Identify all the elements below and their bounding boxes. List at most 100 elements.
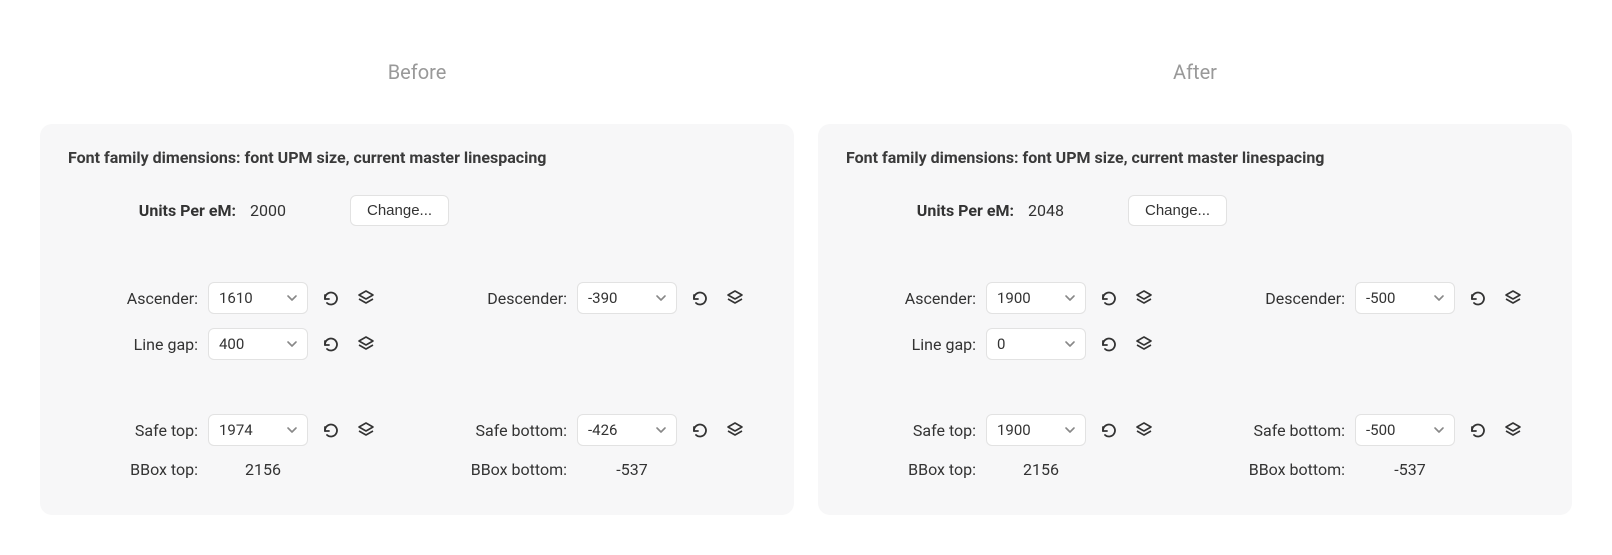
ascender-field: Ascender: 1900 xyxy=(846,282,1175,314)
bbox-top-value: 2156 xyxy=(986,460,1086,479)
layers-button[interactable] xyxy=(1130,416,1158,444)
ascender-input[interactable]: 1610 xyxy=(208,282,308,314)
safe-bottom-input[interactable]: -500 xyxy=(1355,414,1455,446)
bbox-top-field: BBox top: 2156 xyxy=(68,460,397,479)
undo-icon xyxy=(690,289,708,307)
upm-label: Units Per eM: xyxy=(884,201,1014,220)
safe-bottom-input[interactable]: -426 xyxy=(577,414,677,446)
safe-top-value: 1900 xyxy=(997,421,1031,439)
upm-row: Units Per eM: 2000 Change... xyxy=(68,195,766,226)
undo-button[interactable] xyxy=(685,284,713,312)
bbox-top-label: BBox top: xyxy=(846,460,976,479)
undo-button[interactable] xyxy=(1094,284,1122,312)
ascender-label: Ascender: xyxy=(846,289,976,308)
line-gap-input[interactable]: 0 xyxy=(986,328,1086,360)
dimensions-panel-after: Font family dimensions: font UPM size, c… xyxy=(818,124,1572,515)
bbox-bottom-value: -537 xyxy=(1355,460,1455,479)
bbox-top-label: BBox top: xyxy=(68,460,198,479)
undo-icon xyxy=(321,289,339,307)
bbox-bottom-label: BBox bottom: xyxy=(1215,460,1345,479)
chevron-down-icon xyxy=(1063,337,1077,351)
safe-top-input[interactable]: 1900 xyxy=(986,414,1086,446)
change-button[interactable]: Change... xyxy=(1128,195,1227,226)
layers-button[interactable] xyxy=(721,416,749,444)
undo-button[interactable] xyxy=(1463,284,1491,312)
layers-button[interactable] xyxy=(1130,330,1158,358)
descender-field: Descender: -390 xyxy=(437,282,766,314)
line-gap-label: Line gap: xyxy=(68,335,198,354)
panel-heading: Font family dimensions: font UPM size, c… xyxy=(68,148,766,167)
line-gap-input[interactable]: 400 xyxy=(208,328,308,360)
safe-top-field: Safe top: 1974 xyxy=(68,414,397,446)
undo-icon xyxy=(321,335,339,353)
bbox-bottom-field: BBox bottom: -537 xyxy=(1215,460,1544,479)
descender-value: -390 xyxy=(588,289,617,307)
upm-row: Units Per eM: 2048 Change... xyxy=(846,195,1544,226)
bbox-bottom-field: BBox bottom: -537 xyxy=(437,460,766,479)
ascender-input[interactable]: 1900 xyxy=(986,282,1086,314)
chevron-down-icon xyxy=(1063,291,1077,305)
descender-label: Descender: xyxy=(1215,289,1345,308)
undo-button[interactable] xyxy=(1463,416,1491,444)
layers-button[interactable] xyxy=(1499,416,1527,444)
upm-value: 2000 xyxy=(250,201,350,220)
safe-top-value: 1974 xyxy=(219,421,253,439)
undo-icon xyxy=(1468,421,1486,439)
undo-button[interactable] xyxy=(316,284,344,312)
safe-bottom-field: Safe bottom: -426 xyxy=(437,414,766,446)
line-gap-field: Line gap: 400 xyxy=(68,328,397,360)
descender-input[interactable]: -390 xyxy=(577,282,677,314)
undo-button[interactable] xyxy=(316,416,344,444)
upm-value: 2048 xyxy=(1028,201,1128,220)
layers-button[interactable] xyxy=(1499,284,1527,312)
descender-label: Descender: xyxy=(437,289,567,308)
ascender-label: Ascender: xyxy=(68,289,198,308)
bbox-bottom-value: -537 xyxy=(577,460,677,479)
safe-bottom-field: Safe bottom: -500 xyxy=(1215,414,1544,446)
undo-button[interactable] xyxy=(316,330,344,358)
bbox-top-value: 2156 xyxy=(208,460,308,479)
line-gap-value: 0 xyxy=(997,335,1005,353)
layers-icon xyxy=(357,421,375,439)
line-gap-field: Line gap: 0 xyxy=(846,328,1175,360)
descender-value: -500 xyxy=(1366,289,1395,307)
line-gap-value: 400 xyxy=(219,335,244,353)
layers-icon xyxy=(1135,421,1153,439)
ascender-value: 1900 xyxy=(997,289,1031,307)
layers-button[interactable] xyxy=(352,416,380,444)
undo-button[interactable] xyxy=(1094,416,1122,444)
undo-icon xyxy=(1099,289,1117,307)
ascender-value: 1610 xyxy=(219,289,253,307)
safe-top-label: Safe top: xyxy=(68,421,198,440)
bbox-top-field: BBox top: 2156 xyxy=(846,460,1175,479)
chevron-down-icon xyxy=(654,423,668,437)
chevron-down-icon xyxy=(1432,423,1446,437)
layers-icon xyxy=(726,421,744,439)
undo-icon xyxy=(1099,335,1117,353)
chevron-down-icon xyxy=(654,291,668,305)
layers-button[interactable] xyxy=(721,284,749,312)
panel-heading: Font family dimensions: font UPM size, c… xyxy=(846,148,1544,167)
layers-icon xyxy=(1504,289,1522,307)
safe-top-input[interactable]: 1974 xyxy=(208,414,308,446)
chevron-down-icon xyxy=(285,423,299,437)
safe-bottom-value: -500 xyxy=(1366,421,1395,439)
layers-icon xyxy=(1135,335,1153,353)
layers-button[interactable] xyxy=(352,284,380,312)
layers-button[interactable] xyxy=(1130,284,1158,312)
safe-bottom-label: Safe bottom: xyxy=(437,421,567,440)
layers-icon xyxy=(1135,289,1153,307)
descender-field: Descender: -500 xyxy=(1215,282,1544,314)
descender-input[interactable]: -500 xyxy=(1355,282,1455,314)
chevron-down-icon xyxy=(1063,423,1077,437)
safe-bottom-label: Safe bottom: xyxy=(1215,421,1345,440)
undo-button[interactable] xyxy=(1094,330,1122,358)
layers-button[interactable] xyxy=(352,330,380,358)
bbox-bottom-label: BBox bottom: xyxy=(437,460,567,479)
undo-button[interactable] xyxy=(685,416,713,444)
after-column: After Font family dimensions: font UPM s… xyxy=(818,60,1572,515)
change-button[interactable]: Change... xyxy=(350,195,449,226)
upm-label: Units Per eM: xyxy=(106,201,236,220)
layers-icon xyxy=(357,335,375,353)
layers-icon xyxy=(357,289,375,307)
